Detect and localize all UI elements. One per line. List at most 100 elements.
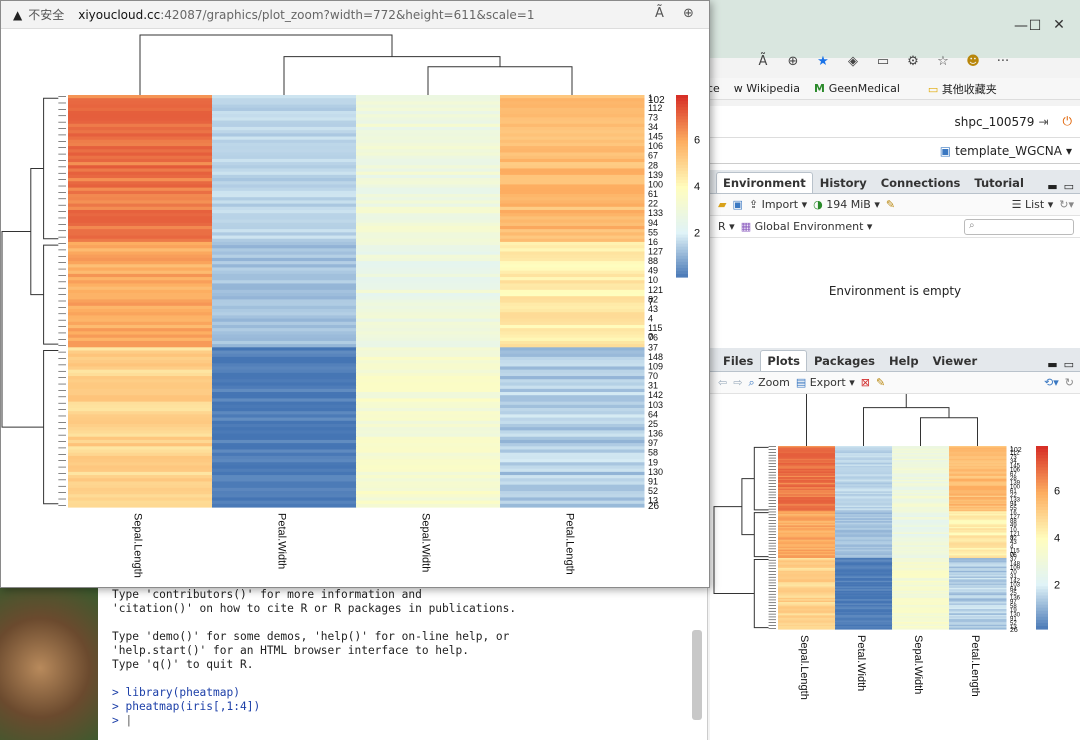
export-button[interactable]: ▤ Export ▾ <box>796 376 855 389</box>
pane-maximize-icon[interactable]: ▭ <box>1061 180 1080 193</box>
column-label: Petal.Length <box>969 635 981 697</box>
tab-history[interactable]: History <box>813 172 874 193</box>
heatmap-cell <box>212 503 357 508</box>
row-label: 31 <box>648 381 658 391</box>
r-console[interactable]: Type 'contributors()' for more informati… <box>98 588 708 740</box>
pane-maximize-icon[interactable]: ▭ <box>1061 358 1080 371</box>
row-label: 55 <box>648 227 658 237</box>
row-label: 139 <box>648 170 663 180</box>
heatmap-cell <box>500 503 645 508</box>
row-label: 52 <box>648 486 658 496</box>
project-icon: ▣ <box>939 143 952 158</box>
pane-minimize-icon[interactable]: ▬ <box>1044 358 1060 371</box>
save-workspace-icon[interactable]: ▣ <box>732 198 742 211</box>
clear-plots-icon[interactable]: ✎ <box>876 376 885 389</box>
heatmap-plot-zoomed: 1112733414510667281391006122133945516127… <box>1 34 700 578</box>
publish-icon[interactable]: ⟲▾ <box>1044 376 1059 389</box>
zoom-button[interactable]: ⌕ Zoom <box>748 376 789 390</box>
url-path: :42087/graphics/plot_zoom?width=772&heig… <box>160 7 535 22</box>
memory-usage[interactable]: ◑ 194 MiB ▾ <box>813 198 880 211</box>
search-icon: ⌕ <box>969 219 975 231</box>
row-label: 142 <box>648 390 663 400</box>
language-dropdown[interactable]: R ▾ <box>718 220 735 233</box>
column-label: Petal.Width <box>855 635 867 691</box>
forward-arrow-icon[interactable]: ⇨ <box>733 376 742 389</box>
address-bar[interactable]: ▲ 不安全 xiyoucloud.cc:42087/graphics/plot_… <box>1 1 709 29</box>
bookmark-item[interactable]: M GeenMedical <box>814 82 900 95</box>
column-label: Sepal.Length <box>132 513 144 578</box>
folder-icon: ▭ <box>927 82 942 96</box>
favorite-star-icon[interactable]: ★ <box>808 54 838 69</box>
env-search-input[interactable]: ⌕ <box>964 218 1074 235</box>
console-prompt[interactable]: > | <box>112 714 693 728</box>
geenmedical-icon: M <box>813 82 829 95</box>
back-arrow-icon[interactable]: ⇦ <box>718 376 727 389</box>
tab-connections[interactable]: Connections <box>874 172 968 193</box>
browser-toolbar: A͂ ⊕ ★ ◈ ▭ ⚙ ☆ ☻ ··· <box>700 48 1080 74</box>
heatmap-cell <box>356 503 501 508</box>
refresh-icon[interactable]: ↻ <box>1065 376 1074 389</box>
environment-dropdown[interactable]: ▦ Global Environment ▾ <box>741 220 873 233</box>
clear-workspace-icon[interactable]: ✎ <box>886 198 895 211</box>
list-view-dropdown[interactable]: ☰ List ▾ <box>1012 198 1054 211</box>
settings-icon[interactable]: ⚙ <box>898 54 928 69</box>
column-dendrogram-branch <box>863 407 950 446</box>
column-dendrogram-branch <box>920 417 978 446</box>
project-menu[interactable]: ▣ template_WGCNA ▾ <box>710 138 1080 164</box>
signout-icon[interactable]: ⇥ <box>1038 115 1048 129</box>
legend-tick-label: 6 <box>1054 486 1060 498</box>
row-label: 91 <box>648 476 658 486</box>
project-name: template_WGCNA <box>955 143 1062 158</box>
memory-pie-icon: ◑ <box>813 198 823 211</box>
row-label: 102 <box>1010 447 1022 454</box>
tab-tutorial[interactable]: Tutorial <box>967 172 1030 193</box>
row-label: 7 <box>648 297 654 308</box>
tab-packages[interactable]: Packages <box>807 350 882 371</box>
more-menu-icon[interactable]: ··· <box>988 54 1018 69</box>
row-label: 70 <box>648 371 658 381</box>
console-line: Type 'q()' to quit R. <box>112 658 254 671</box>
row-label: 28 <box>648 160 658 170</box>
import-dataset-button[interactable]: ⇪ Import ▾ <box>749 198 807 211</box>
close-icon[interactable]: ✕ <box>1044 17 1074 33</box>
row-dendrogram-branch <box>43 97 59 240</box>
reading-view-icon[interactable]: ▭ <box>868 54 898 69</box>
plots-toolbar: ⇦ ⇨ ⌕ Zoom ▤ Export ▾ ⊠ ✎ ⟲▾ ↻ <box>710 372 1080 394</box>
row-label: 148 <box>648 352 663 362</box>
console-scrollbar[interactable] <box>692 630 702 720</box>
bookmark-item[interactable]: ᴡ Wikipedia <box>734 82 800 95</box>
bookmark-folder[interactable]: ▭ 其他收藏夹 <box>928 81 997 97</box>
load-workspace-icon[interactable]: ▰ <box>718 198 726 211</box>
read-aloud-icon[interactable]: A͂ <box>655 6 664 21</box>
collections-icon[interactable]: ☆ <box>928 54 958 69</box>
zoom-icon[interactable]: ⊕ <box>683 6 694 21</box>
row-label: 102 <box>648 95 665 106</box>
heatmap-cell <box>892 627 950 630</box>
row-dendrogram-branch <box>43 244 59 345</box>
tab-files[interactable]: Files <box>716 350 760 371</box>
plot-viewer: 1 112 73 34 145 106 67 28 139 100 61 22 133 94 55 16 127… <box>710 394 1080 724</box>
row-label: 49 <box>648 266 658 276</box>
remove-plot-icon[interactable]: ⊠ <box>861 376 870 389</box>
power-icon[interactable]: ⏻ <box>1063 114 1073 129</box>
tab-environment[interactable]: Environment <box>716 172 813 193</box>
refresh-icon[interactable]: ↻▾ <box>1059 198 1074 211</box>
row-label: 88 <box>648 256 658 266</box>
pane-minimize-icon[interactable]: ▬ <box>1044 180 1060 193</box>
username: shpc_100579 <box>954 114 1035 129</box>
zoom-magnifier-icon: ⌕ <box>748 375 755 389</box>
profile-avatar-icon[interactable]: ☻ <box>958 54 988 69</box>
console-command: > pheatmap(iris[,1:4]) <box>112 700 261 713</box>
column-dendrogram-branch <box>139 34 393 95</box>
tab-viewer[interactable]: Viewer <box>926 350 985 371</box>
row-label: 0 <box>648 332 654 343</box>
tab-help[interactable]: Help <box>882 350 926 371</box>
legend-tick-label: 2 <box>694 228 700 240</box>
security-label[interactable]: 不安全 <box>28 6 64 23</box>
row-label: 121 <box>648 285 663 295</box>
tab-plots[interactable]: Plots <box>760 350 808 371</box>
row-dendrogram-branch <box>713 506 755 595</box>
read-aloud-icon[interactable]: A͂ <box>748 54 778 69</box>
extension-icon[interactable]: ◈ <box>838 54 868 69</box>
zoom-icon[interactable]: ⊕ <box>778 54 808 69</box>
